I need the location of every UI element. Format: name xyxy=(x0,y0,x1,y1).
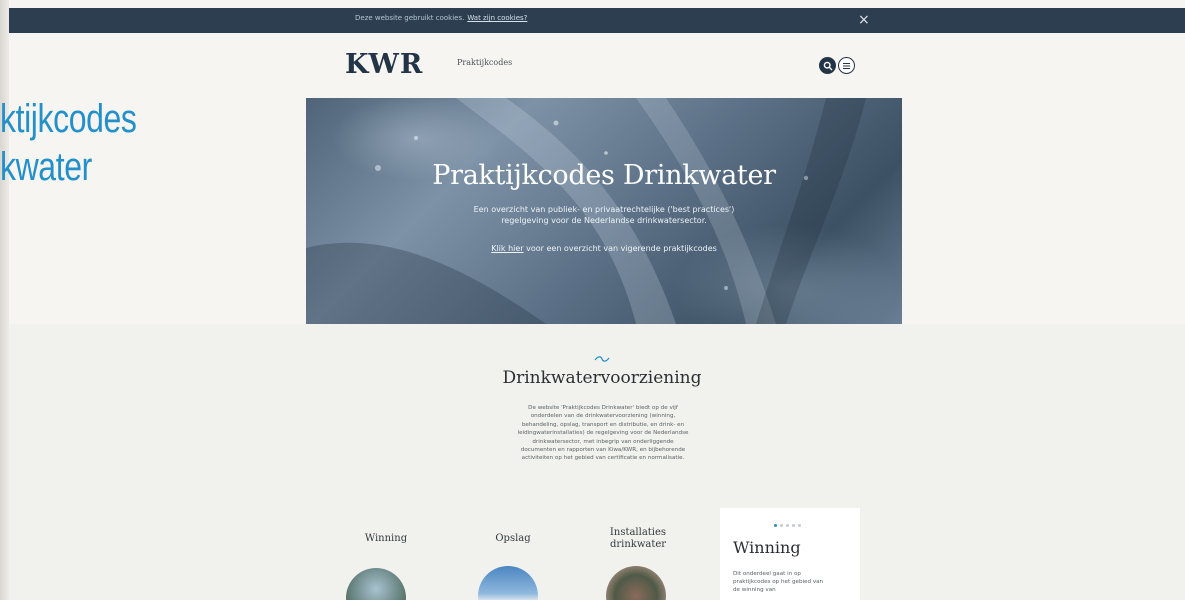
category-label: Installaties drinkwater xyxy=(598,527,678,551)
cookie-text: Deze website gebruikt cookies. xyxy=(355,14,465,22)
category-label-line: drinkwater xyxy=(609,539,667,550)
section-text-line: activiteiten op het gebied van certifica… xyxy=(521,455,685,462)
panel-text-line: praktijkcodes op het gebied van xyxy=(733,579,824,585)
category-label-line: Installaties xyxy=(609,527,667,538)
panel-text: Dit onderdeel gaat in op praktijkcodes o… xyxy=(733,570,851,594)
section-text-line: behandeling, opslag, transport en distri… xyxy=(521,421,685,428)
category-label-line: Opslag xyxy=(495,533,531,544)
menu-icon xyxy=(843,62,850,69)
section-description: De website 'Praktijkcodes Drinkwater' bi… xyxy=(496,404,710,463)
carousel-dot[interactable] xyxy=(798,524,801,527)
cookie-message: Deze website gebruikt cookies. Wat zijn c… xyxy=(355,14,527,22)
carousel-dot[interactable] xyxy=(780,524,783,527)
panel-text-line: Dit onderdeel gaat in op xyxy=(733,571,801,577)
hero-description-line: regelgeving voor de Nederlandse drinkwat… xyxy=(501,216,707,225)
carousel-dot[interactable] xyxy=(792,524,795,527)
section-text-line: documenten en rapporten van Kiwa/KWR, en… xyxy=(520,447,686,454)
wave-icon xyxy=(594,356,610,362)
section-title: Drinkwatervoorziening xyxy=(502,368,702,388)
category-winning[interactable]: Winning xyxy=(346,533,426,545)
search-icon xyxy=(823,61,832,70)
hero-banner: Praktijkcodes Drinkwater Een overzicht v… xyxy=(306,98,902,324)
cookie-bar: Deze website gebruikt cookies. Wat zijn c… xyxy=(9,8,1185,33)
category-label-line: Winning xyxy=(364,533,408,544)
side-title: ktijkcodes kwater xyxy=(0,95,137,191)
section-text-line: onderdelen van de drinkwatervoorziening … xyxy=(530,413,676,420)
hero-link-line: Klik hier voor een overzicht van vigeren… xyxy=(306,244,902,253)
carousel-dots xyxy=(774,524,801,527)
hero-description-line: Een overzicht van publiek- en privaatrec… xyxy=(473,205,735,214)
hero-link-suffix: voor een overzicht van vigerende praktij… xyxy=(523,244,717,253)
category-installaties-drinkwater[interactable]: Installaties drinkwater xyxy=(598,527,678,551)
category-label: Opslag xyxy=(473,533,553,545)
page-edge xyxy=(0,0,9,600)
cookie-info-link[interactable]: Wat zijn cookies? xyxy=(467,14,527,22)
side-title-line: ktijkcodes xyxy=(0,97,137,141)
section-text-line: leidingwaterinstallaties) de regelgeving… xyxy=(517,430,689,437)
kwr-logo[interactable]: KWR xyxy=(345,50,423,80)
category-detail-panel: Winning Dit onderdeel gaat in op praktij… xyxy=(720,508,860,600)
category-opslag[interactable]: Opslag xyxy=(473,533,553,545)
carousel-dot[interactable] xyxy=(774,524,777,527)
category-label: Winning xyxy=(346,533,426,545)
click-here-link[interactable]: Klik hier xyxy=(491,244,523,253)
section-text-line: drinkwatersector, met inbegrip van onder… xyxy=(532,438,674,445)
carousel-dot[interactable] xyxy=(786,524,789,527)
hero-title: Praktijkcodes Drinkwater xyxy=(432,160,776,191)
panel-text-line: de winning van xyxy=(733,587,776,593)
panel-title: Winning xyxy=(733,538,801,557)
hero-description: Een overzicht van publiek- en privaatrec… xyxy=(306,204,902,226)
site-header: KWR Praktijkcodes xyxy=(345,50,865,80)
cookie-close-button[interactable]: × xyxy=(858,10,870,30)
section-text-line: De website 'Praktijkcodes Drinkwater' bi… xyxy=(528,405,678,411)
site-subtitle: Praktijkcodes xyxy=(457,58,513,67)
side-title-line: kwater xyxy=(0,145,92,189)
search-button[interactable] xyxy=(819,57,836,74)
menu-button[interactable] xyxy=(838,57,855,74)
